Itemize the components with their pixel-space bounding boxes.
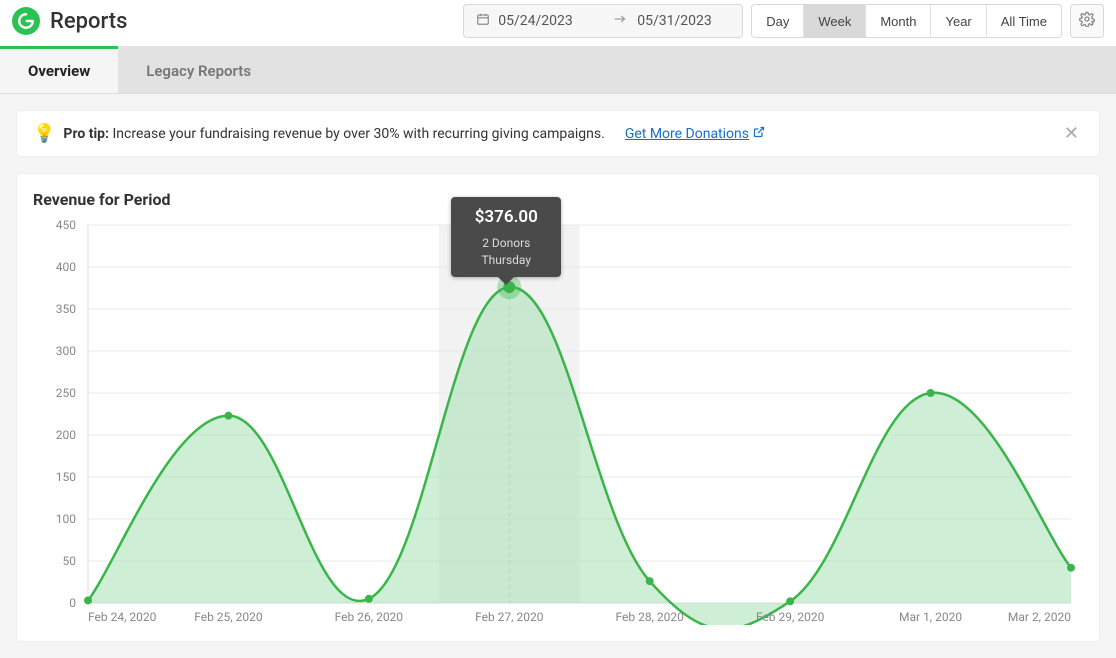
svg-text:400: 400 xyxy=(56,260,76,274)
range-month[interactable]: Month xyxy=(866,5,931,37)
svg-text:100: 100 xyxy=(56,512,76,526)
svg-text:Feb 27, 2020: Feb 27, 2020 xyxy=(475,610,544,624)
tab-legacy-reports[interactable]: Legacy Reports xyxy=(118,46,279,93)
svg-text:250: 250 xyxy=(56,386,76,400)
tab-bar: Overview Legacy Reports xyxy=(0,46,1116,94)
date-end-text: 05/31/2023 xyxy=(637,13,712,29)
settings-button[interactable] xyxy=(1070,4,1104,38)
date-range-picker[interactable]: 05/24/2023 05/31/2023 xyxy=(463,4,743,38)
date-start-text: 05/24/2023 xyxy=(498,13,573,29)
gear-icon xyxy=(1079,11,1095,31)
revenue-chart: 0 50 100 150 200 250 300 350 400 450 Feb 24, 2020 F… xyxy=(33,215,1081,625)
svg-text:150: 150 xyxy=(56,470,76,484)
chart-tooltip: $376.00 2 Donors Thursday xyxy=(451,197,561,277)
svg-text:Feb 26, 2020: Feb 26, 2020 xyxy=(335,610,404,624)
brand-logo xyxy=(12,7,40,35)
close-icon: ✕ xyxy=(1064,123,1079,144)
svg-text:200: 200 xyxy=(56,428,76,442)
page-title: Reports xyxy=(50,9,127,34)
arrow-right-icon xyxy=(611,12,629,30)
svg-text:300: 300 xyxy=(56,344,76,358)
protip-banner: 💡 Pro tip: Increase your fundraising rev… xyxy=(16,110,1100,157)
svg-text:Feb 28, 2020: Feb 28, 2020 xyxy=(616,610,685,624)
svg-text:Mar 1, 2020: Mar 1, 2020 xyxy=(899,610,962,624)
svg-text:450: 450 xyxy=(56,218,76,232)
revenue-card: Revenue for Period 050100150200250300350… xyxy=(16,173,1100,642)
lightbulb-icon: 💡 xyxy=(33,123,55,144)
protip-text: Pro tip: Increase your fundraising reven… xyxy=(63,126,604,142)
range-year[interactable]: Year xyxy=(931,5,986,37)
svg-text:Mar 2, 2020: Mar 2, 2020 xyxy=(1008,610,1071,624)
range-alltime[interactable]: All Time xyxy=(987,5,1061,37)
range-week[interactable]: Week xyxy=(804,5,866,37)
external-link-icon xyxy=(753,126,765,142)
range-day[interactable]: Day xyxy=(752,5,804,37)
svg-text:Feb 24, 2020: Feb 24, 2020 xyxy=(88,610,157,624)
range-segmented-control: Day Week Month Year All Time xyxy=(751,4,1062,38)
svg-text:Feb 25, 2020: Feb 25, 2020 xyxy=(194,610,263,624)
svg-text:50: 50 xyxy=(63,554,77,568)
protip-link[interactable]: Get More Donations xyxy=(625,126,765,142)
protip-close-button[interactable]: ✕ xyxy=(1060,123,1083,144)
header-bar: Reports 05/24/2023 05/31/2023 Day Week M… xyxy=(0,0,1116,46)
svg-text:0: 0 xyxy=(69,596,76,610)
calendar-icon xyxy=(476,12,490,30)
svg-text:350: 350 xyxy=(56,302,76,316)
tab-overview[interactable]: Overview xyxy=(0,46,118,93)
svg-text:Feb 29, 2020: Feb 29, 2020 xyxy=(756,610,825,624)
